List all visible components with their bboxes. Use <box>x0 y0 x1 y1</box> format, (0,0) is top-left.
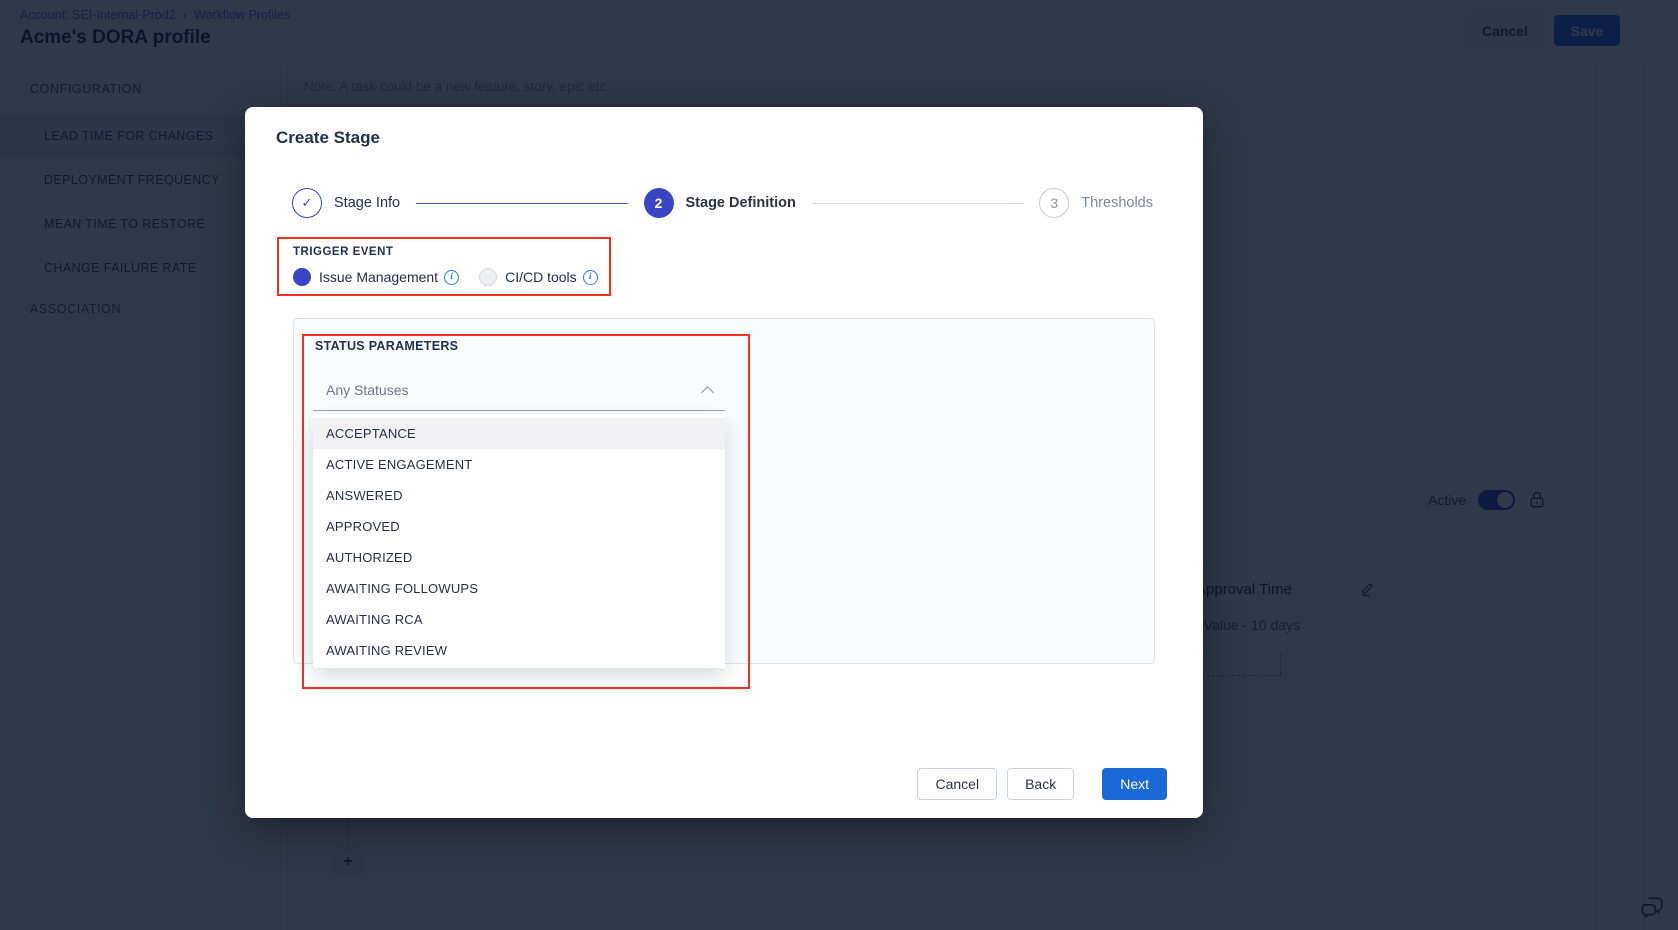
modal-cancel-button[interactable]: Cancel <box>917 768 997 800</box>
step-connector <box>416 203 627 204</box>
step-label: Stage Info <box>334 195 400 211</box>
radio-issue-management[interactable] <box>293 268 311 286</box>
step-number-badge: 3 <box>1039 188 1069 218</box>
statuses-select[interactable]: Any Statuses <box>313 369 725 411</box>
modal-footer: Cancel Back Next <box>917 768 1167 800</box>
radio-label-issue-management: Issue Management <box>319 269 438 285</box>
status-option[interactable]: APPROVED <box>313 511 725 542</box>
app-window: Account: SEI-Internal-Prod2 › Workflow P… <box>0 0 1678 930</box>
status-option[interactable]: AWAITING REVIEW <box>313 635 725 666</box>
create-stage-modal: Create Stage ✓ Stage Info 2 Stage Defini… <box>245 107 1203 818</box>
step-label: Thresholds <box>1081 195 1153 211</box>
step-connector <box>812 203 1023 204</box>
info-icon[interactable]: i <box>444 270 459 285</box>
status-option[interactable]: AWAITING RCA <box>313 604 725 635</box>
trigger-event-options: Issue Management i CI/CD tools i <box>293 265 598 289</box>
radio-label-cicd-tools: CI/CD tools <box>505 269 577 285</box>
chevron-up-icon <box>701 386 714 399</box>
modal-back-button[interactable]: Back <box>1007 768 1074 800</box>
step-label: Stage Definition <box>686 195 796 211</box>
status-option[interactable]: AWAITING FOLLOWUPS <box>313 573 725 604</box>
step-complete-check-icon: ✓ <box>292 188 322 218</box>
modal-title: Create Stage <box>276 128 380 148</box>
status-option[interactable]: ANSWERED <box>313 480 725 511</box>
step-number-badge: 2 <box>644 188 674 218</box>
status-option[interactable]: ACCEPTANCE <box>313 418 725 449</box>
step-thresholds[interactable]: 3 Thresholds <box>1039 188 1153 218</box>
trigger-event-label: TRIGGER EVENT <box>293 246 393 258</box>
info-icon[interactable]: i <box>583 270 598 285</box>
step-stage-definition[interactable]: 2 Stage Definition <box>644 188 796 218</box>
step-stage-info[interactable]: ✓ Stage Info <box>292 188 400 218</box>
stepper: ✓ Stage Info 2 Stage Definition 3 Thresh… <box>292 188 1153 218</box>
radio-cicd-tools[interactable] <box>479 268 497 286</box>
status-option[interactable]: AUTHORIZED <box>313 542 725 573</box>
modal-next-button[interactable]: Next <box>1102 768 1167 800</box>
statuses-select-value: Any Statuses <box>313 382 409 398</box>
statuses-dropdown: ACCEPTANCEACTIVE ENGAGEMENTANSWEREDAPPRO… <box>313 414 725 668</box>
status-option[interactable]: ACTIVE ENGAGEMENT <box>313 449 725 480</box>
status-parameters-label: STATUS PARAMETERS <box>315 339 458 353</box>
